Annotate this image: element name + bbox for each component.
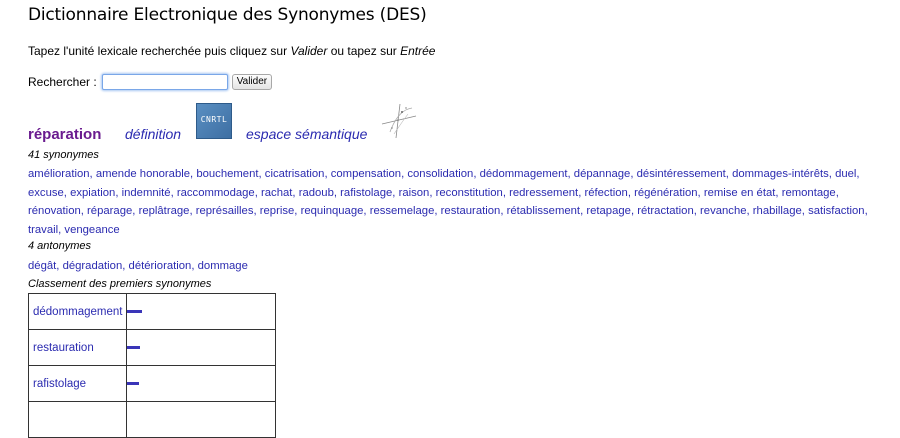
synonym-link[interactable]: rachat — [261, 187, 292, 199]
instructions-valider: Valider — [290, 44, 328, 58]
synonym-link[interactable]: replâtrage — [139, 205, 190, 217]
ranking-table: dédommagement restauration rafistolage — [28, 293, 276, 438]
definition-link[interactable]: définition — [125, 126, 181, 142]
ranking-row: dédommagement — [28, 293, 276, 330]
instructions: Tapez l'unité lexicale recherchée puis c… — [28, 44, 435, 58]
ranking-bar-cell — [126, 329, 276, 366]
synonym-link[interactable]: reprise — [260, 205, 295, 217]
synonym-link[interactable]: rafistolage — [340, 187, 392, 199]
synonym-link[interactable]: cicatrisation — [265, 168, 325, 180]
synonym-link[interactable]: redressement — [509, 187, 578, 199]
synonym-link[interactable]: dédommagement — [480, 168, 568, 180]
separator: , — [864, 205, 868, 217]
ranking-row — [28, 401, 276, 438]
synonym-link[interactable]: remontage — [782, 187, 836, 199]
ranking-bar — [127, 382, 139, 385]
synonym-link[interactable]: régénération — [634, 187, 697, 199]
synonym-link[interactable]: rétablissement — [507, 205, 580, 217]
synonym-link[interactable]: retapage — [586, 205, 631, 217]
ranking-row: rafistolage — [28, 365, 276, 402]
search-label: Rechercher : — [28, 75, 97, 89]
synonym-link[interactable]: expiation — [70, 187, 115, 199]
synonym-link[interactable]: travail — [28, 224, 58, 236]
instructions-prefix: Tapez l'unité lexicale recherchée puis c… — [28, 44, 291, 58]
ranking-bar — [127, 346, 140, 349]
synonym-link[interactable]: indemnité — [122, 187, 171, 199]
antonym-count: 4 antonymes — [28, 240, 91, 252]
antonym-link[interactable]: dommage — [198, 260, 248, 272]
headword: réparation — [28, 126, 102, 143]
antonym-link[interactable]: détérioration — [129, 260, 192, 272]
synonym-link[interactable]: revanche — [700, 205, 746, 217]
semantic-space-icon[interactable] — [378, 102, 418, 140]
page-title: Dictionnaire Electronique des Synonymes … — [28, 5, 427, 25]
cnrtl-logo-text: CNRTL — [200, 115, 228, 124]
synonym-link[interactable]: désintéressement — [637, 168, 726, 180]
synonym-link[interactable]: satisfaction — [808, 205, 865, 217]
ranking-bar-cell — [126, 365, 276, 402]
synonym-link[interactable]: ressemelage — [370, 205, 435, 217]
synonym-link[interactable]: rhabillage — [753, 205, 802, 217]
separator: , — [835, 186, 839, 199]
semantic-space-link[interactable]: espace sémantique — [246, 126, 367, 142]
cnrtl-logo[interactable]: CNRTL — [196, 103, 232, 139]
antonym-link[interactable]: dégât — [28, 260, 56, 272]
synonym-link[interactable]: raccommodage — [177, 187, 255, 199]
ranking-word[interactable]: rafistolage — [28, 365, 127, 402]
synonym-link[interactable]: remise en état — [704, 187, 776, 199]
instructions-middle: ou tapez sur — [327, 44, 401, 58]
ranking-word[interactable]: dédommagement — [28, 293, 127, 330]
synonym-link[interactable]: bouchement — [196, 168, 258, 180]
synonym-list: amélioration, amende honorable, boucheme… — [28, 165, 878, 239]
synonym-link[interactable]: radoub — [299, 187, 334, 199]
validate-button[interactable]: Valider — [231, 74, 273, 90]
ranking-row: restauration — [28, 329, 276, 366]
synonym-link[interactable]: compensation — [331, 168, 401, 180]
entry-header: réparation définition CNRTL espace séman… — [28, 102, 448, 146]
ranking-bar — [127, 310, 142, 313]
ranking-label: Classement des premiers synonymes — [28, 278, 212, 290]
synonym-link[interactable]: dommages-intérêts — [732, 168, 829, 180]
synonym-link[interactable]: rénovation — [28, 205, 81, 217]
synonym-link[interactable]: vengeance — [64, 224, 119, 236]
ranking-bar-cell — [126, 401, 276, 438]
instructions-entree: Entrée — [400, 44, 436, 58]
synonym-link[interactable]: réparage — [87, 205, 132, 217]
synonym-link[interactable]: raison — [399, 187, 430, 199]
synonym-link[interactable]: reconstitution — [436, 187, 503, 199]
ranking-word — [28, 401, 127, 438]
synonym-link[interactable]: réfection — [584, 187, 627, 199]
antonym-list: dégât, dégradation, détérioration, domma… — [28, 257, 878, 276]
ranking-word[interactable]: restauration — [28, 329, 127, 366]
ranking-bar-cell — [126, 293, 276, 330]
synonym-link[interactable]: dépannage — [574, 168, 631, 180]
synonym-link[interactable]: amélioration — [28, 168, 90, 180]
synonym-link[interactable]: représailles — [196, 205, 254, 217]
synonym-link[interactable]: excuse — [28, 187, 64, 199]
separator: , — [856, 168, 860, 180]
search-row: Rechercher : Valider — [28, 74, 273, 90]
synonym-link[interactable]: requinquage — [301, 205, 364, 217]
synonym-link[interactable]: amende honorable — [96, 168, 190, 180]
synonym-count: 41 synonymes — [28, 149, 99, 161]
antonym-link[interactable]: dégradation — [63, 260, 123, 272]
synonym-link[interactable]: duel — [835, 168, 856, 180]
synonym-link[interactable]: restauration — [441, 205, 501, 217]
search-input[interactable] — [101, 74, 228, 90]
synonym-link[interactable]: rétractation — [637, 205, 694, 217]
synonym-link[interactable]: consolidation — [407, 168, 473, 180]
